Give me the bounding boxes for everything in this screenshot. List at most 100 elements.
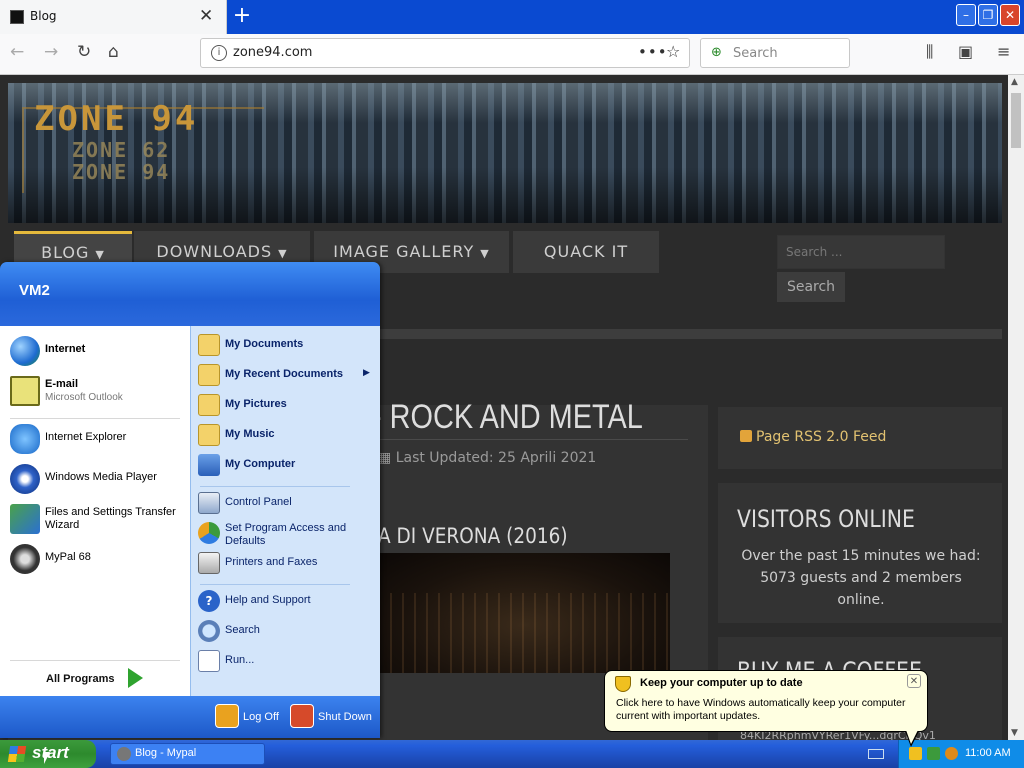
start-right-my-computer[interactable]: My Computer: [198, 452, 376, 480]
sidebar-icon[interactable]: ▣: [958, 42, 973, 61]
navigation-toolbar: ← → ↻ ⌂ i zone94.com ••• ☆ ⊕ Search ⫼ ▣ …: [0, 34, 1024, 75]
start-right-my-pictures[interactable]: My Pictures: [198, 392, 376, 420]
site-search-button[interactable]: Search: [777, 272, 845, 302]
update-notification-balloon[interactable]: Keep your computer up to date Click here…: [604, 670, 928, 747]
start-right-label: My Computer: [225, 458, 296, 470]
scroll-thumb[interactable]: [1011, 93, 1021, 148]
start-right-run[interactable]: Run...: [198, 648, 376, 676]
browser-search-box[interactable]: ⊕ Search: [700, 38, 850, 68]
network-icon[interactable]: [927, 747, 940, 760]
shut-down-label: Shut Down: [318, 711, 372, 723]
new-tab-button[interactable]: +: [230, 3, 254, 28]
rss-link[interactable]: Page RSS 2.0 Feed: [740, 429, 886, 445]
back-arrow-icon[interactable]: ←: [10, 42, 24, 62]
divider: [10, 660, 180, 661]
start-right-label: Help and Support: [225, 594, 311, 606]
forward-arrow-icon[interactable]: →: [44, 42, 58, 62]
start-right-label: My Music: [225, 428, 275, 440]
start-item-internet[interactable]: Internet: [8, 334, 184, 368]
start-item-wmp[interactable]: Windows Media Player: [8, 462, 184, 496]
logo-sub-1: ZONE 62: [72, 138, 171, 162]
reload-icon[interactable]: ↻: [77, 42, 91, 62]
tab-strip: Blog ✕ + – ❐ ✕: [0, 0, 1024, 34]
restore-icon[interactable]: ❐: [978, 4, 998, 26]
start-right-printers[interactable]: Printers and Faxes: [198, 550, 376, 578]
library-icon[interactable]: ⫼: [926, 42, 933, 62]
logo-sub-2: ZONE 94: [72, 160, 171, 184]
globe-icon: [10, 336, 40, 366]
bookmark-star-icon[interactable]: ☆: [666, 42, 680, 61]
divider: [10, 418, 180, 419]
start-item-label: E-mail: [45, 378, 79, 390]
scroll-down-icon[interactable]: ▼: [1011, 728, 1018, 738]
update-icon[interactable]: [945, 747, 958, 760]
article-subtitle[interactable]: A DI VERONA (2016): [378, 524, 568, 548]
start-right-label: Search: [225, 624, 260, 636]
last-updated: ▦ Last Updated: 25 Aprili 2021: [378, 450, 596, 466]
close-icon[interactable]: ✕: [907, 674, 921, 688]
start-right-my-documents[interactable]: My Documents: [198, 332, 376, 360]
start-right-label: My Recent Documents: [225, 368, 343, 380]
minimize-icon[interactable]: –: [956, 4, 976, 26]
start-right-control-panel[interactable]: Control Panel: [198, 490, 376, 518]
log-off-label: Log Off: [243, 711, 279, 723]
search-icon: [198, 620, 220, 642]
start-right-recent-documents[interactable]: My Recent Documents ▶: [198, 362, 376, 390]
menu-quack-it[interactable]: QUACK IT: [513, 231, 659, 273]
all-programs-button[interactable]: All Programs: [46, 673, 114, 685]
menu-image-gallery-label: IMAGE GALLERY: [333, 242, 475, 261]
run-icon: [198, 650, 220, 672]
start-item-label: MyPal 68: [45, 551, 91, 563]
scroll-up-icon[interactable]: ▲: [1011, 77, 1018, 87]
start-right-label: Printers and Faxes: [225, 556, 318, 568]
site-banner: ZONE 94 ZONE 62 ZONE 94: [8, 83, 1002, 223]
browser-tab[interactable]: Blog ✕: [0, 0, 227, 34]
mouse-cursor-icon: [44, 752, 50, 764]
home-icon[interactable]: ⌂: [108, 42, 119, 62]
visitors-widget: VISITORS ONLINE Over the past 15 minutes…: [718, 483, 1002, 623]
user-name: VM2: [19, 282, 50, 299]
folder-icon: [198, 334, 220, 356]
site-info-icon[interactable]: i: [211, 45, 227, 61]
start-item-transfer[interactable]: Files and Settings Transfer Wizard: [8, 502, 184, 536]
start-item-ie[interactable]: Internet Explorer: [8, 422, 184, 456]
keyboard-icon[interactable]: [868, 749, 884, 759]
vertical-scrollbar[interactable]: ▲ ▼: [1008, 75, 1024, 740]
log-off-button[interactable]: Log Off: [215, 704, 285, 730]
key-icon: [215, 704, 239, 728]
calendar-icon: ▦: [378, 450, 396, 466]
start-item-mypal[interactable]: MyPal 68: [8, 542, 184, 576]
rss-icon: [740, 430, 752, 442]
close-window-icon[interactable]: ✕: [1000, 4, 1020, 26]
menu-blog-label: BLOG: [41, 243, 90, 262]
tab-favicon-icon: [10, 10, 24, 24]
printer-icon: [198, 552, 220, 574]
security-shield-icon[interactable]: [909, 747, 922, 760]
site-logo[interactable]: ZONE 94: [34, 99, 198, 139]
power-icon: [290, 704, 314, 728]
recent-folder-icon: [198, 364, 220, 386]
site-search-input[interactable]: Search ...: [777, 235, 945, 269]
start-right-help[interactable]: ? Help and Support: [198, 588, 376, 616]
rss-widget: Page RSS 2.0 Feed: [718, 407, 1002, 469]
all-programs-arrow-icon[interactable]: [128, 668, 143, 688]
outlook-icon: [10, 376, 40, 406]
shut-down-button[interactable]: Shut Down: [290, 704, 375, 730]
address-bar[interactable]: i zone94.com ••• ☆: [200, 38, 690, 68]
caret-down-icon: ▼: [480, 247, 490, 260]
start-right-program-access[interactable]: Set Program Access and Defaults: [198, 520, 376, 552]
article-image: [378, 553, 670, 673]
music-folder-icon: [198, 424, 220, 446]
start-right-label: Control Panel: [225, 496, 292, 508]
taskbar-button-blog[interactable]: Blog - Mypal: [110, 743, 265, 765]
caret-down-icon: ▼: [95, 248, 105, 261]
article-title[interactable]: - ROCK AND METAL: [372, 398, 643, 437]
hamburger-menu-icon[interactable]: ≡: [997, 42, 1010, 61]
windows-flag-icon: [7, 746, 27, 762]
balloon-tail-fill: [906, 730, 918, 744]
start-right-search[interactable]: Search: [198, 618, 376, 646]
start-right-my-music[interactable]: My Music: [198, 422, 376, 450]
page-actions-icon[interactable]: •••: [638, 43, 668, 61]
tab-close-icon[interactable]: ✕: [199, 6, 213, 26]
start-item-email[interactable]: E-mail Microsoft Outlook: [8, 374, 184, 408]
